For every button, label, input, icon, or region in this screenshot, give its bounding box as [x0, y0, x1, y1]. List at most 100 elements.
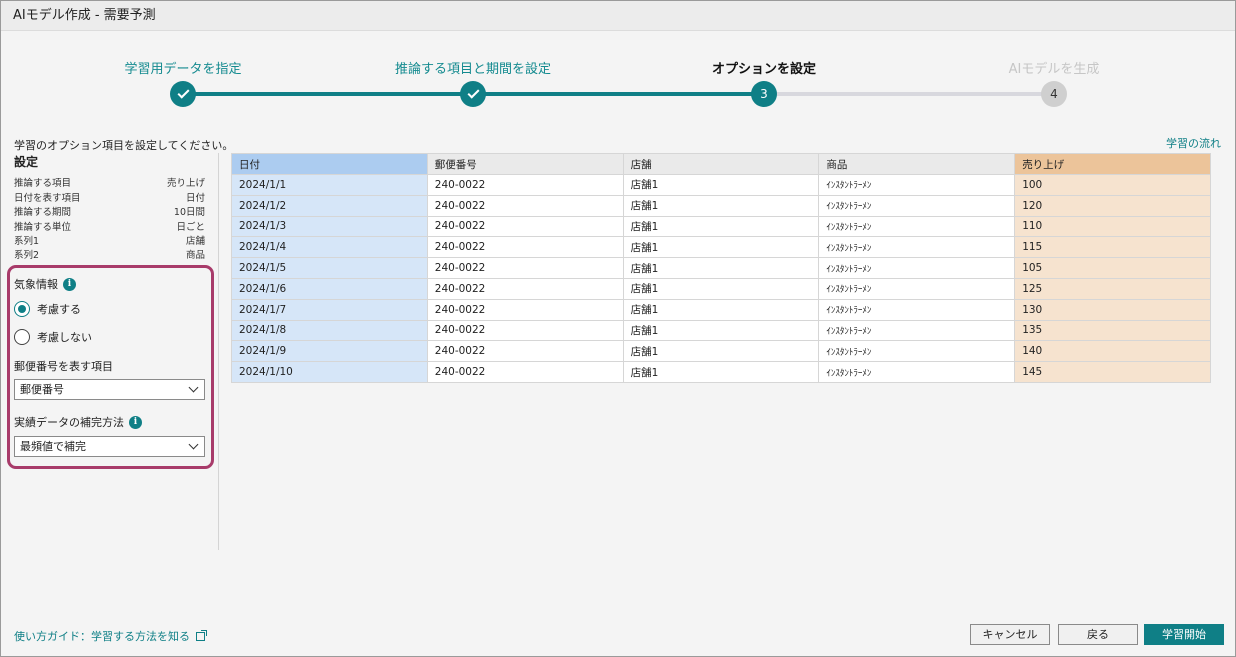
setting-value: 日付	[185, 193, 205, 204]
weather-label: 気象情報	[14, 278, 58, 291]
fill-method-select-value: 最頻値で補完	[20, 440, 86, 453]
cell-sales: 110	[1014, 215, 1211, 238]
postal-select[interactable]: 郵便番号	[14, 379, 205, 400]
column-header-sales[interactable]: 売り上げ	[1014, 153, 1211, 175]
table-row: 2024/1/7 240-0022 店舗1 ｲﾝｽﾀﾝﾄﾗｰﾒﾝ 130	[231, 298, 1211, 321]
chevron-down-icon	[188, 382, 199, 393]
setting-value: 商品	[185, 250, 205, 261]
cell-sales: 140	[1014, 340, 1211, 363]
radio-selected-icon[interactable]	[14, 301, 30, 317]
setting-row: 日付を表す項目 日付	[14, 190, 205, 204]
cell-date: 2024/1/6	[231, 277, 428, 300]
usage-guide-link[interactable]: 使い方ガイド：学習する方法を知る	[14, 628, 207, 644]
cell-postal: 240-0022	[426, 215, 624, 238]
setting-value: 店舗	[185, 236, 205, 247]
window-title: AIモデル作成 - 需要予測	[1, 1, 1235, 31]
cell-date: 2024/1/1	[231, 174, 428, 196]
setting-row: 系列1 店舗	[14, 233, 205, 247]
cell-sales: 100	[1014, 174, 1211, 196]
cell-product: ｲﾝｽﾀﾝﾄﾗｰﾒﾝ	[818, 340, 1016, 363]
table-row: 2024/1/10 240-0022 店舗1 ｲﾝｽﾀﾝﾄﾗｰﾒﾝ 145	[231, 361, 1211, 383]
cell-store: 店舗1	[622, 215, 820, 238]
info-icon[interactable]: i	[63, 277, 76, 291]
cell-product: ｲﾝｽﾀﾝﾄﾗｰﾒﾝ	[818, 194, 1016, 217]
setting-key: 推論する期間	[14, 207, 72, 218]
cell-product: ｲﾝｽﾀﾝﾄﾗｰﾒﾝ	[818, 319, 1016, 342]
cell-postal: 240-0022	[426, 174, 624, 196]
step-3-label: オプションを設定	[711, 62, 817, 77]
setting-key: 推論する単位	[14, 222, 72, 233]
table-row: 2024/1/1 240-0022 店舗1 ｲﾝｽﾀﾝﾄﾗｰﾒﾝ 100	[231, 174, 1211, 196]
fill-method-select[interactable]: 最頻値で補完	[14, 436, 205, 457]
table-row: 2024/1/5 240-0022 店舗1 ｲﾝｽﾀﾝﾄﾗｰﾒﾝ 105	[231, 257, 1211, 279]
cell-postal: 240-0022	[426, 361, 624, 383]
cell-sales: 120	[1014, 194, 1211, 217]
setting-value: 10日間	[173, 207, 205, 218]
radio-not-consider[interactable]: 考慮しない	[14, 329, 92, 345]
step-1-check-icon	[170, 81, 196, 107]
info-icon[interactable]: i	[129, 415, 142, 429]
learning-flow-link[interactable]: 学習の流れ	[1166, 135, 1221, 151]
fill-method-label: 実績データの補完方法	[14, 416, 124, 429]
cell-date: 2024/1/2	[231, 194, 428, 217]
column-header-date[interactable]: 日付	[231, 153, 428, 175]
cell-postal: 240-0022	[426, 340, 624, 363]
chevron-down-icon	[188, 439, 199, 450]
cancel-button[interactable]: キャンセル	[970, 624, 1050, 645]
start-training-button[interactable]: 学習開始	[1144, 624, 1224, 645]
fill-method-label-row: 実績データの補完方法 i	[14, 414, 142, 430]
panel-divider	[218, 153, 219, 550]
cell-store: 店舗1	[622, 236, 820, 259]
cell-store: 店舗1	[622, 174, 820, 196]
cell-store: 店舗1	[622, 277, 820, 300]
column-header-product[interactable]: 商品	[818, 153, 1016, 175]
cell-product: ｲﾝｽﾀﾝﾄﾗｰﾒﾝ	[818, 236, 1016, 259]
cell-date: 2024/1/7	[231, 298, 428, 321]
cell-date: 2024/1/4	[231, 236, 428, 259]
cell-date: 2024/1/9	[231, 340, 428, 363]
cell-sales: 115	[1014, 236, 1211, 259]
cell-postal: 240-0022	[426, 319, 624, 342]
setting-key: 系列1	[14, 236, 40, 247]
cell-product: ｲﾝｽﾀﾝﾄﾗｰﾒﾝ	[818, 174, 1016, 196]
cell-product: ｲﾝｽﾀﾝﾄﾗｰﾒﾝ	[818, 257, 1016, 279]
settings-title: 設定	[14, 155, 39, 169]
data-preview-table: 日付 郵便番号 店舗 商品 売り上げ 2024/1/1 240-0022 店舗1 ｲﾝ…	[231, 153, 1211, 383]
postal-field-label: 郵便番号を表す項目	[14, 360, 113, 373]
step-connector	[764, 92, 1054, 96]
table-row: 2024/1/3 240-0022 店舗1 ｲﾝｽﾀﾝﾄﾗｰﾒﾝ 110	[231, 215, 1211, 238]
cell-postal: 240-0022	[426, 277, 624, 300]
step-4-label: AIモデルを生成	[1008, 62, 1100, 77]
postal-select-value: 郵便番号	[20, 383, 64, 396]
cell-store: 店舗1	[622, 340, 820, 363]
cell-postal: 240-0022	[426, 257, 624, 279]
cell-store: 店舗1	[622, 319, 820, 342]
cell-postal: 240-0022	[426, 298, 624, 321]
radio-label: 考慮しない	[37, 331, 92, 344]
cell-store: 店舗1	[622, 194, 820, 217]
step-3-number: 3	[751, 81, 777, 107]
step-2-label: 推論する項目と期間を設定	[394, 62, 552, 77]
cell-product: ｲﾝｽﾀﾝﾄﾗｰﾒﾝ	[818, 215, 1016, 238]
setting-key: 推論する項目	[14, 178, 72, 189]
radio-consider[interactable]: 考慮する	[14, 301, 81, 317]
table-row: 2024/1/9 240-0022 店舗1 ｲﾝｽﾀﾝﾄﾗｰﾒﾝ 140	[231, 340, 1211, 363]
setting-row: 推論する項目 売り上げ	[14, 175, 205, 189]
cell-sales: 130	[1014, 298, 1211, 321]
setting-key: 日付を表す項目	[14, 193, 81, 204]
radio-unselected-icon[interactable]	[14, 329, 30, 345]
column-header-store[interactable]: 店舗	[622, 153, 820, 175]
column-header-postal[interactable]: 郵便番号	[426, 153, 624, 175]
radio-label: 考慮する	[37, 303, 81, 316]
setting-row: 系列2 商品	[14, 247, 205, 261]
external-link-icon	[196, 629, 207, 641]
cell-store: 店舗1	[622, 298, 820, 321]
cell-postal: 240-0022	[426, 194, 624, 217]
step-connector	[473, 92, 764, 96]
cell-sales: 105	[1014, 257, 1211, 279]
dialog-window: AIモデル作成 - 需要予測 学習用データを指定 推論する項目と期間を設定 オプ…	[0, 0, 1236, 657]
wizard-stepper: 学習用データを指定 推論する項目と期間を設定 オプションを設定 3 AIモデルを…	[1, 31, 1235, 131]
cell-store: 店舗1	[622, 361, 820, 383]
back-button[interactable]: 戻る	[1058, 624, 1138, 645]
setting-row: 推論する期間 10日間	[14, 204, 205, 218]
